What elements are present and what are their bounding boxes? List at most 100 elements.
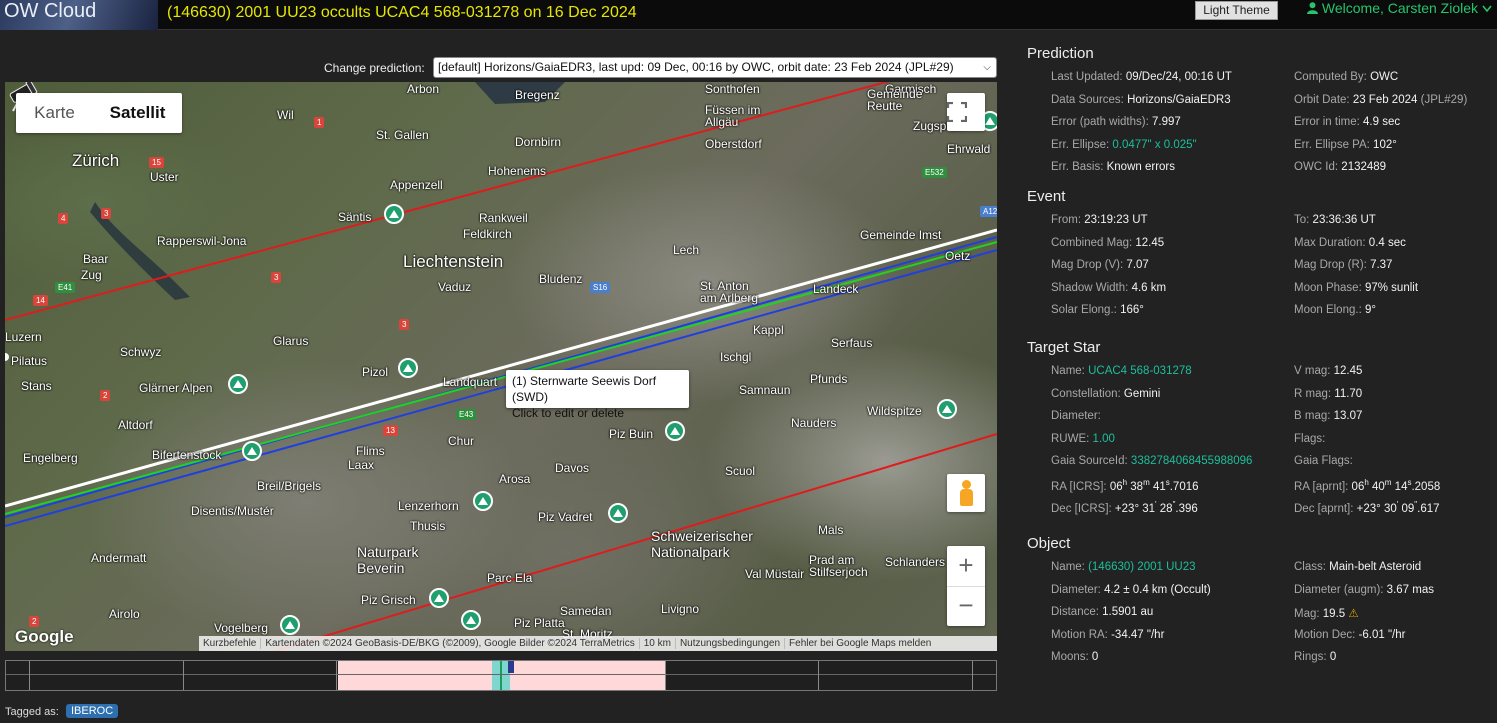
map-place: Prad am Stilfserjoch (809, 553, 868, 579)
map-place: Piz Buin (609, 427, 654, 441)
warning-icon[interactable]: ⚠ (1348, 608, 1358, 620)
peak-marker-icon[interactable] (228, 374, 248, 394)
map-place: Appenzell (390, 178, 443, 192)
object-heading: Object (1027, 535, 1071, 552)
info-row: Motion RA: -34.47 "/hr (1051, 629, 1165, 641)
user-menu[interactable]: Welcome, Carsten Ziolek (1307, 0, 1492, 16)
map-place: Piz Platta (514, 616, 565, 630)
map-place: Gemeinde Reutte (867, 87, 923, 113)
info-row: Mag: 19.5 ⚠ (1294, 608, 1359, 620)
map-place: Säntis (338, 210, 372, 224)
map-place: Disentis/Mustér (191, 504, 274, 518)
map-data-credits: Kartendaten ©2024 GeoBasis-DE/BKG (©2009… (261, 638, 640, 649)
peak-marker-icon[interactable] (384, 204, 404, 224)
info-row: Err. Basis: Known errors (1051, 161, 1175, 173)
map-place: Engelberg (23, 451, 78, 465)
info-row: Error (path widths): 7.997 (1051, 116, 1181, 128)
prediction-select-value: [default] Horizons/GaiaEDR3, last upd: 0… (438, 60, 954, 74)
star-name-link[interactable]: UCAC4 568-031278 (1088, 365, 1192, 377)
street-view-pegman-button[interactable] (947, 474, 985, 512)
peak-marker-icon[interactable] (242, 441, 262, 461)
map-attribution: Kurzbefehle Kartendaten ©2024 GeoBasis-DE… (199, 636, 997, 651)
peak-marker-icon[interactable] (665, 421, 685, 441)
peak-marker-icon[interactable] (608, 503, 628, 523)
map-place: Dornbirn (515, 135, 562, 149)
peak-marker-icon[interactable] (937, 399, 957, 419)
peak-marker-icon[interactable] (429, 588, 449, 608)
map-place: Schweizerischer Nationalpark (651, 528, 753, 560)
timeline-axis (6, 674, 996, 675)
ruwe-link[interactable]: 1.00 (1093, 433, 1115, 445)
keyboard-shortcuts-link[interactable]: Kurzbefehle (199, 638, 262, 649)
map-scale[interactable]: 10 km (639, 638, 676, 649)
road-shield: A12 (980, 206, 997, 217)
err-ellipse-link[interactable]: 0.0477" x 0.025" (1112, 139, 1196, 151)
info-row: Moon Phase: 97% sunlit (1294, 282, 1419, 294)
map-place: Ischgl (720, 350, 752, 364)
timeline-now-marker (508, 661, 514, 673)
info-row: Dec [ICRS]: +23° 31' 28".396 (1051, 500, 1198, 515)
observer-tooltip-hint: Click to edit or delete (512, 406, 625, 420)
map-place: Vogelberg (214, 621, 269, 635)
map-place: Oberstdorf (705, 137, 762, 151)
road-shield: 14 (33, 295, 48, 306)
zoom-out-button[interactable]: − (947, 586, 985, 626)
map-place: Nauders (791, 416, 837, 430)
object-name-link[interactable]: (146630) 2001 UU23 (1088, 561, 1195, 573)
info-row: Dec [aprnt]: +23° 30' 09".617 (1294, 500, 1440, 515)
peak-marker-icon[interactable] (473, 491, 493, 511)
map-place: Glärner Alpen (139, 381, 213, 395)
chevron-down-icon (1482, 5, 1492, 13)
map-place: Luzern (5, 330, 42, 344)
occultation-map[interactable]: Zürich Liechtenstein St. Gallen Bregenz … (5, 82, 997, 651)
map-place: Wildspitze (867, 404, 922, 418)
map-place: Flims (356, 444, 385, 458)
observer-tooltip[interactable]: (1) Sternwarte Seewis Dorf (SWD) Click t… (506, 370, 689, 420)
map-type-karte-button[interactable]: Karte (16, 93, 93, 133)
road-shield: 4 (58, 213, 69, 224)
zoom-in-button[interactable]: + (947, 546, 985, 586)
map-place: Pilatus (11, 354, 48, 368)
peak-marker-icon[interactable] (398, 358, 418, 378)
road-shield: 1 (314, 117, 325, 128)
tag-badge[interactable]: IBEROC (66, 704, 119, 718)
map-type-satellit-button[interactable]: Satellit (93, 93, 182, 133)
event-timeline[interactable] (5, 660, 997, 691)
map-place: Livigno (661, 602, 700, 616)
gaia-source-link[interactable]: 3382784068455988096 (1131, 455, 1253, 467)
info-row: Name: UCAC4 568-031278 (1051, 365, 1192, 377)
info-row: Orbit Date: 23 Feb 2024 (JPL#29) (1294, 94, 1468, 106)
info-row: Err. Ellipse PA: 102° (1294, 139, 1397, 151)
info-row: Data Sources: Horizons/GaiaEDR3 (1051, 94, 1231, 106)
map-place: Bludenz (539, 272, 583, 286)
map-place: Scuol (725, 464, 756, 478)
map-place: Ehrwald (947, 142, 991, 156)
map-place: Arbon (407, 82, 440, 96)
light-theme-button[interactable]: Light Theme (1195, 1, 1278, 20)
map-place: Baar (83, 252, 109, 266)
map-place: Oetz (945, 249, 971, 263)
road-shield: 2 (100, 390, 111, 401)
peak-marker-icon[interactable] (280, 615, 300, 635)
map-place: Naturpark Beverin (357, 544, 419, 576)
peak-marker-icon[interactable] (461, 610, 481, 630)
page-title: (146630) 2001 UU23 occults UCAC4 568-031… (167, 4, 637, 21)
app-logo[interactable]: OW Cloud (0, 0, 158, 30)
map-place: Samnaun (739, 383, 791, 397)
info-row: Solar Elong.: 166° (1051, 304, 1144, 316)
top-bar: OW Cloud (146630) 2001 UU23 occults UCAC… (0, 0, 1497, 30)
map-place: Thusis (410, 519, 446, 533)
map-place: Pfunds (810, 372, 848, 386)
map-place: Schlanders (885, 555, 946, 569)
map-place: St. Gallen (376, 128, 429, 142)
fullscreen-button[interactable] (947, 93, 985, 131)
report-error-link[interactable]: Fehler bei Google Maps melden (785, 638, 935, 649)
tagged-label: Tagged as: (5, 706, 59, 718)
timeline-event-marker[interactable] (500, 661, 502, 690)
map-place: Altdorf (118, 418, 153, 432)
road-shield: E41 (55, 282, 76, 293)
prediction-select[interactable]: [default] Horizons/GaiaEDR3, last upd: 0… (433, 57, 997, 78)
timeline-tick (183, 661, 184, 690)
map-place: Kappl (753, 323, 784, 337)
terms-link[interactable]: Nutzungsbedingungen (675, 638, 786, 649)
